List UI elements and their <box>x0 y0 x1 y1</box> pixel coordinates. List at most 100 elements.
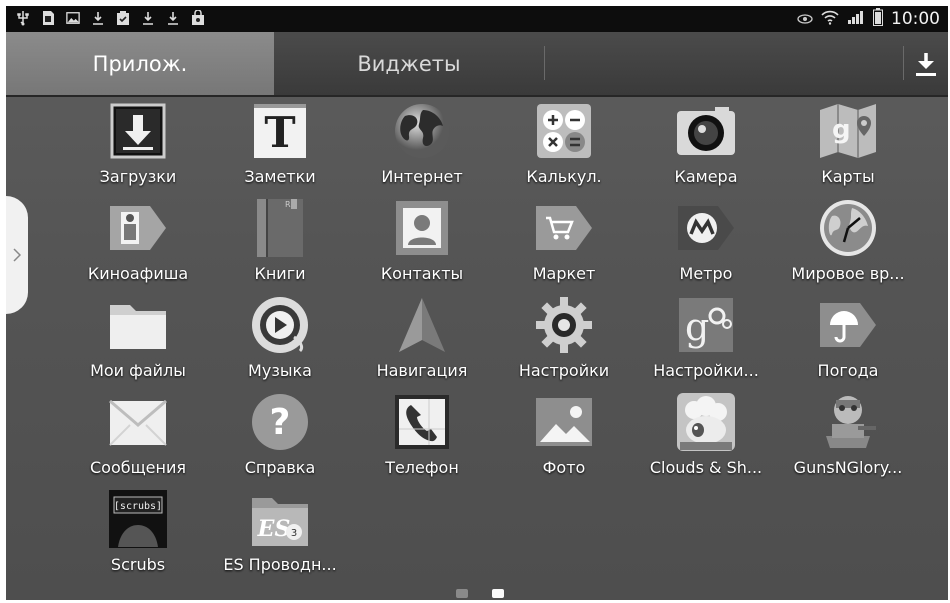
app-label: Калькул. <box>526 167 602 186</box>
app-messages[interactable]: Сообщения <box>68 389 208 485</box>
app-label: Метро <box>679 264 733 283</box>
app-weather[interactable]: Погода <box>778 292 918 388</box>
app-metro[interactable]: Метро <box>636 195 776 291</box>
usb-icon <box>16 10 30 26</box>
app-music[interactable]: Музыка <box>210 292 350 388</box>
app-label: Сообщения <box>89 458 186 477</box>
metro-icon <box>675 197 737 259</box>
download-icon <box>91 10 105 26</box>
app-globe[interactable]: Интернет <box>352 98 492 194</box>
app-folder[interactable]: Мои файлы <box>68 292 208 388</box>
es-explorer-icon: ES 3 <box>249 488 311 550</box>
app-settings[interactable]: Настройки <box>494 292 634 388</box>
chevron-right-icon <box>13 248 21 262</box>
app-maps[interactable]: g Карты <box>778 98 918 194</box>
app-label: Фото <box>542 458 586 477</box>
notes-icon: T <box>249 100 311 162</box>
download-icon <box>166 10 180 26</box>
app-world-clock[interactable]: Мировое вр... <box>778 195 918 291</box>
download-button[interactable] <box>904 32 948 95</box>
clock: 10:00 <box>891 9 940 29</box>
maps-icon: g <box>817 100 879 162</box>
download-icon <box>141 10 155 26</box>
app-photos[interactable]: Фото <box>494 389 634 485</box>
tab-bar: Прилож. Виджеты <box>6 32 948 97</box>
app-label: Контакты <box>380 264 464 283</box>
app-contacts[interactable]: Контакты <box>352 195 492 291</box>
app-calculator[interactable]: Калькул. <box>494 98 634 194</box>
app-label: Маркет <box>532 264 596 283</box>
app-label: GunsNGlory... <box>793 458 903 477</box>
page-indicator <box>456 589 504 598</box>
globe-icon <box>391 100 453 162</box>
svg-text:T: T <box>264 108 295 157</box>
app-phone[interactable]: Телефон <box>352 389 492 485</box>
cinema-icon <box>107 197 169 259</box>
app-label: ES Проводн... <box>223 555 337 574</box>
world-clock-icon <box>817 197 879 259</box>
messages-icon <box>107 391 169 453</box>
svg-text:[scrubs]: [scrubs] <box>114 501 162 512</box>
app-books[interactable]: R Книги <box>210 195 350 291</box>
shopping-bag-icon <box>191 10 205 26</box>
app-downloads[interactable]: Загрузки <box>68 98 208 194</box>
app-camera[interactable]: Камера <box>636 98 776 194</box>
page-dot-1[interactable] <box>456 589 468 598</box>
signal-icon <box>847 9 865 29</box>
app-es-explorer[interactable]: ES 3 ES Проводн... <box>210 486 350 582</box>
page-dot-2-active[interactable] <box>492 589 504 598</box>
app-label: Интернет <box>381 167 463 186</box>
app-label: Книги <box>254 264 306 283</box>
app-label: Справка <box>244 458 316 477</box>
app-clouds-sheep[interactable]: Clouds & Sh... <box>636 389 776 485</box>
tab-apps[interactable]: Прилож. <box>6 32 274 95</box>
app-label: Настройки <box>518 361 610 380</box>
downloads-icon <box>107 100 169 162</box>
settings-icon <box>533 294 595 356</box>
app-navigation[interactable]: Навигация <box>352 292 492 388</box>
navigation-icon <box>391 294 453 356</box>
books-icon: R <box>249 197 311 259</box>
scrubs-icon: [scrubs] <box>107 488 169 550</box>
photos-icon <box>533 391 595 453</box>
app-label: Камера <box>674 167 738 186</box>
side-panel-handle[interactable] <box>6 196 28 314</box>
app-label: Мировое вр... <box>791 264 905 283</box>
calculator-icon <box>533 100 595 162</box>
sd-card-icon <box>41 10 55 26</box>
app-help[interactable]: ? Справка <box>210 389 350 485</box>
app-market[interactable]: Маркет <box>494 195 634 291</box>
app-google-settings[interactable]: g Настройки... <box>636 292 776 388</box>
tab-divider <box>544 46 545 80</box>
svg-text:g: g <box>685 305 709 349</box>
contacts-icon <box>391 197 453 259</box>
app-label: Мои файлы <box>90 361 186 380</box>
gunsnglory-icon <box>817 391 879 453</box>
app-label: Clouds & Sh... <box>649 458 763 477</box>
google-settings-icon: g <box>675 294 737 356</box>
wifi-icon <box>821 9 839 29</box>
home-screen: 10:00 Прилож. Виджеты Загрузки T Заметки Ин… <box>6 6 948 600</box>
app-label: Музыка <box>248 361 312 380</box>
folder-icon <box>107 294 169 356</box>
clipboard-check-icon <box>116 10 130 26</box>
app-label: Scrubs <box>110 555 166 574</box>
download-icon <box>916 52 936 76</box>
app-label: Навигация <box>376 361 468 380</box>
app-label: Настройки... <box>653 361 759 380</box>
svg-text:R: R <box>285 200 291 209</box>
status-bar: 10:00 <box>6 6 948 32</box>
svg-text:3: 3 <box>291 528 297 539</box>
svg-text:ES: ES <box>257 516 291 542</box>
help-icon: ? <box>249 391 311 453</box>
app-label: Заметки <box>244 167 316 186</box>
app-gunsnglory[interactable]: GunsNGlory... <box>778 389 918 485</box>
camera-icon <box>675 100 737 162</box>
app-scrubs[interactable]: [scrubs] Scrubs <box>68 486 208 582</box>
app-cinema[interactable]: Киноафиша <box>68 195 208 291</box>
tab-widgets[interactable]: Виджеты <box>274 32 544 95</box>
eye-icon <box>797 10 813 29</box>
weather-icon <box>817 294 879 356</box>
app-label: Загрузки <box>99 167 177 186</box>
app-notes[interactable]: T Заметки <box>210 98 350 194</box>
